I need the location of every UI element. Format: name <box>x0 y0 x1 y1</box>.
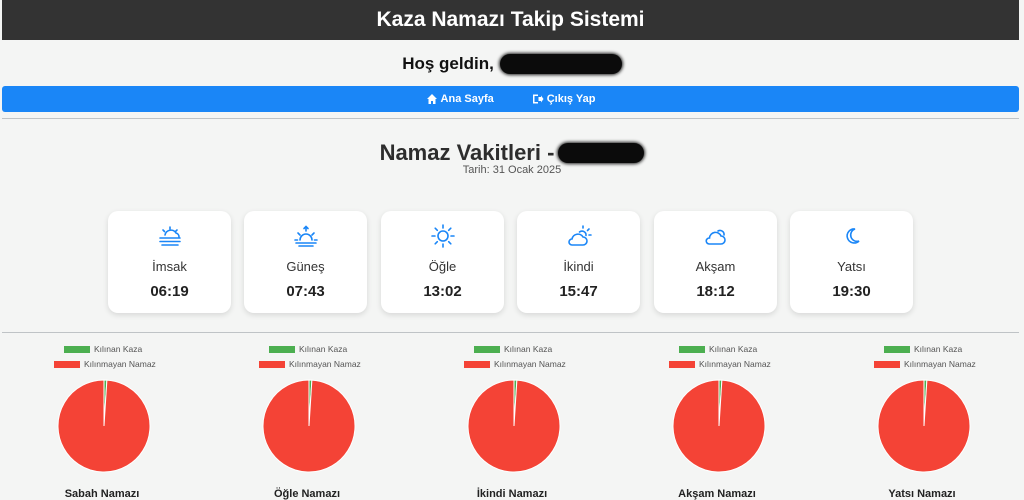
sunrise-icon <box>293 225 318 247</box>
divider <box>2 332 1019 333</box>
prayer-card-aksam: Akşam 18:12 <box>654 211 777 313</box>
legend-item-kilinmayan[interactable]: Kılınmayan Namaz <box>464 359 566 369</box>
prayer-time: 15:47 <box>559 283 598 300</box>
legend-swatch <box>259 360 285 368</box>
logout-icon <box>532 94 544 104</box>
legend-item-kilinan[interactable]: Kılınan Kaza <box>64 344 142 354</box>
prayer-name: Öğle <box>428 259 457 274</box>
pie <box>57 379 151 473</box>
home-link-label: Ana Sayfa <box>440 93 494 105</box>
legend-label: Kılınmayan Namaz <box>904 359 976 369</box>
chart-title: Öğle Namazı <box>273 488 341 500</box>
legend-item-kilinmayan[interactable]: Kılınmayan Namaz <box>259 359 361 369</box>
logout-link-label: Çıkış Yap <box>546 93 596 105</box>
home-link[interactable]: Ana Sayfa <box>426 93 494 105</box>
legend-label: Kılınan Kaza <box>504 344 553 354</box>
cloud-sun-icon <box>567 225 592 246</box>
legend-item-kilinan[interactable]: Kılınan Kaza <box>269 344 347 354</box>
pie-slice-kilinmayan[interactable] <box>57 379 151 473</box>
pie-chart-aksam: Kılınan Kaza Kılınmayan Namaz Akşam Nama… <box>647 342 787 500</box>
prayer-card-ikindi: İkindi 15:47 <box>517 211 640 313</box>
sun-icon <box>430 224 455 248</box>
legend-swatch <box>269 345 295 353</box>
redacted-username <box>499 54 622 74</box>
prayer-time: 19:30 <box>832 283 871 300</box>
prayer-name: Akşam <box>695 259 736 274</box>
chart-title: İkindi Namazı <box>476 488 548 500</box>
pie <box>672 379 766 473</box>
legend-item-kilinan[interactable]: Kılınan Kaza <box>474 344 552 354</box>
legend-swatch <box>669 360 695 368</box>
cloud-icon <box>704 229 726 245</box>
prayer-card-gunes: Güneş 07:43 <box>244 211 367 313</box>
prayer-name: İmsak <box>152 259 187 274</box>
legend-label: Kılınan Kaza <box>94 344 143 354</box>
welcome-text: Hoş geldin, <box>402 54 494 73</box>
legend-label: Kılınan Kaza <box>914 344 963 354</box>
legend-label: Kılınmayan Namaz <box>699 359 771 369</box>
pie-slice-kilinmayan[interactable] <box>262 379 356 473</box>
logout-link[interactable]: Çıkış Yap <box>532 93 596 105</box>
legend-item-kilinan[interactable]: Kılınan Kaza <box>884 344 962 354</box>
pie <box>262 379 356 473</box>
prayer-times-title-text: Namaz Vakitleri - <box>379 140 555 165</box>
pie-slice-kilinmayan[interactable] <box>467 379 561 473</box>
legend-item-kilinmayan[interactable]: Kılınmayan Namaz <box>54 359 156 369</box>
pie-chart-yatsi: Kılınan Kaza Kılınmayan Namaz Yatsı Nama… <box>852 342 992 500</box>
welcome-message: Hoş geldin, <box>0 50 1024 78</box>
redacted-location <box>558 143 645 163</box>
prayer-times-date: Tarih: 31 Ocak 2025 <box>462 164 562 176</box>
prayer-time: 06:19 <box>150 283 189 300</box>
prayer-time: 13:02 <box>423 283 462 300</box>
legend-item-kilinan[interactable]: Kılınan Kaza <box>679 344 757 354</box>
pie-slice-kilinmayan[interactable] <box>672 379 766 473</box>
prayer-name: Güneş <box>286 259 325 274</box>
prayer-time: 07:43 <box>286 283 325 300</box>
pie <box>467 379 561 473</box>
chart-title: Akşam Namazı <box>678 488 756 500</box>
pie-slice-kilinmayan[interactable] <box>877 379 971 473</box>
home-icon <box>426 94 437 104</box>
legend-item-kilinmayan[interactable]: Kılınmayan Namaz <box>669 359 771 369</box>
prayer-name: İkindi <box>563 259 594 274</box>
nav-bar: Ana Sayfa Çıkış Yap <box>2 86 1019 112</box>
fog-sun-icon <box>158 226 181 246</box>
divider <box>2 118 1019 119</box>
prayer-card-imsak: İmsak 06:19 <box>108 211 231 313</box>
prayer-name: Yatsı <box>837 259 866 274</box>
pie-chart-ikindi: Kılınan Kaza Kılınmayan Namaz İkindi Nam… <box>442 342 582 500</box>
legend-swatch <box>679 345 705 353</box>
chart-title: Sabah Namazı <box>64 488 140 500</box>
app-header: Kaza Namazı Takip Sistemi <box>2 0 1019 40</box>
legend-swatch <box>464 360 490 368</box>
legend-item-kilinmayan[interactable]: Kılınmayan Namaz <box>874 359 976 369</box>
chart-title: Yatsı Namazı <box>888 488 956 500</box>
legend-label: Kılınan Kaza <box>299 344 348 354</box>
legend-label: Kılınmayan Namaz <box>289 359 361 369</box>
prayer-card-yatsi: Yatsı 19:30 <box>790 211 913 313</box>
legend-swatch <box>64 345 90 353</box>
legend-label: Kılınmayan Namaz <box>494 359 566 369</box>
pie-chart-ogle: Kılınan Kaza Kılınmayan Namaz Öğle Namaz… <box>237 342 377 500</box>
prayer-time: 18:12 <box>696 283 735 300</box>
legend-swatch <box>54 360 80 368</box>
pie-chart-sabah: Kılınan Kaza Kılınmayan Namaz Sabah Nama… <box>32 342 172 500</box>
legend-label: Kılınmayan Namaz <box>84 359 156 369</box>
app-title: Kaza Namazı Takip Sistemi <box>376 8 645 31</box>
legend-swatch <box>884 345 910 353</box>
prayer-card-ogle: Öğle 13:02 <box>381 211 504 313</box>
moon-icon <box>845 228 860 244</box>
legend-label: Kılınan Kaza <box>709 344 758 354</box>
legend-swatch <box>474 345 500 353</box>
legend-swatch <box>874 360 900 368</box>
pie <box>877 379 971 473</box>
